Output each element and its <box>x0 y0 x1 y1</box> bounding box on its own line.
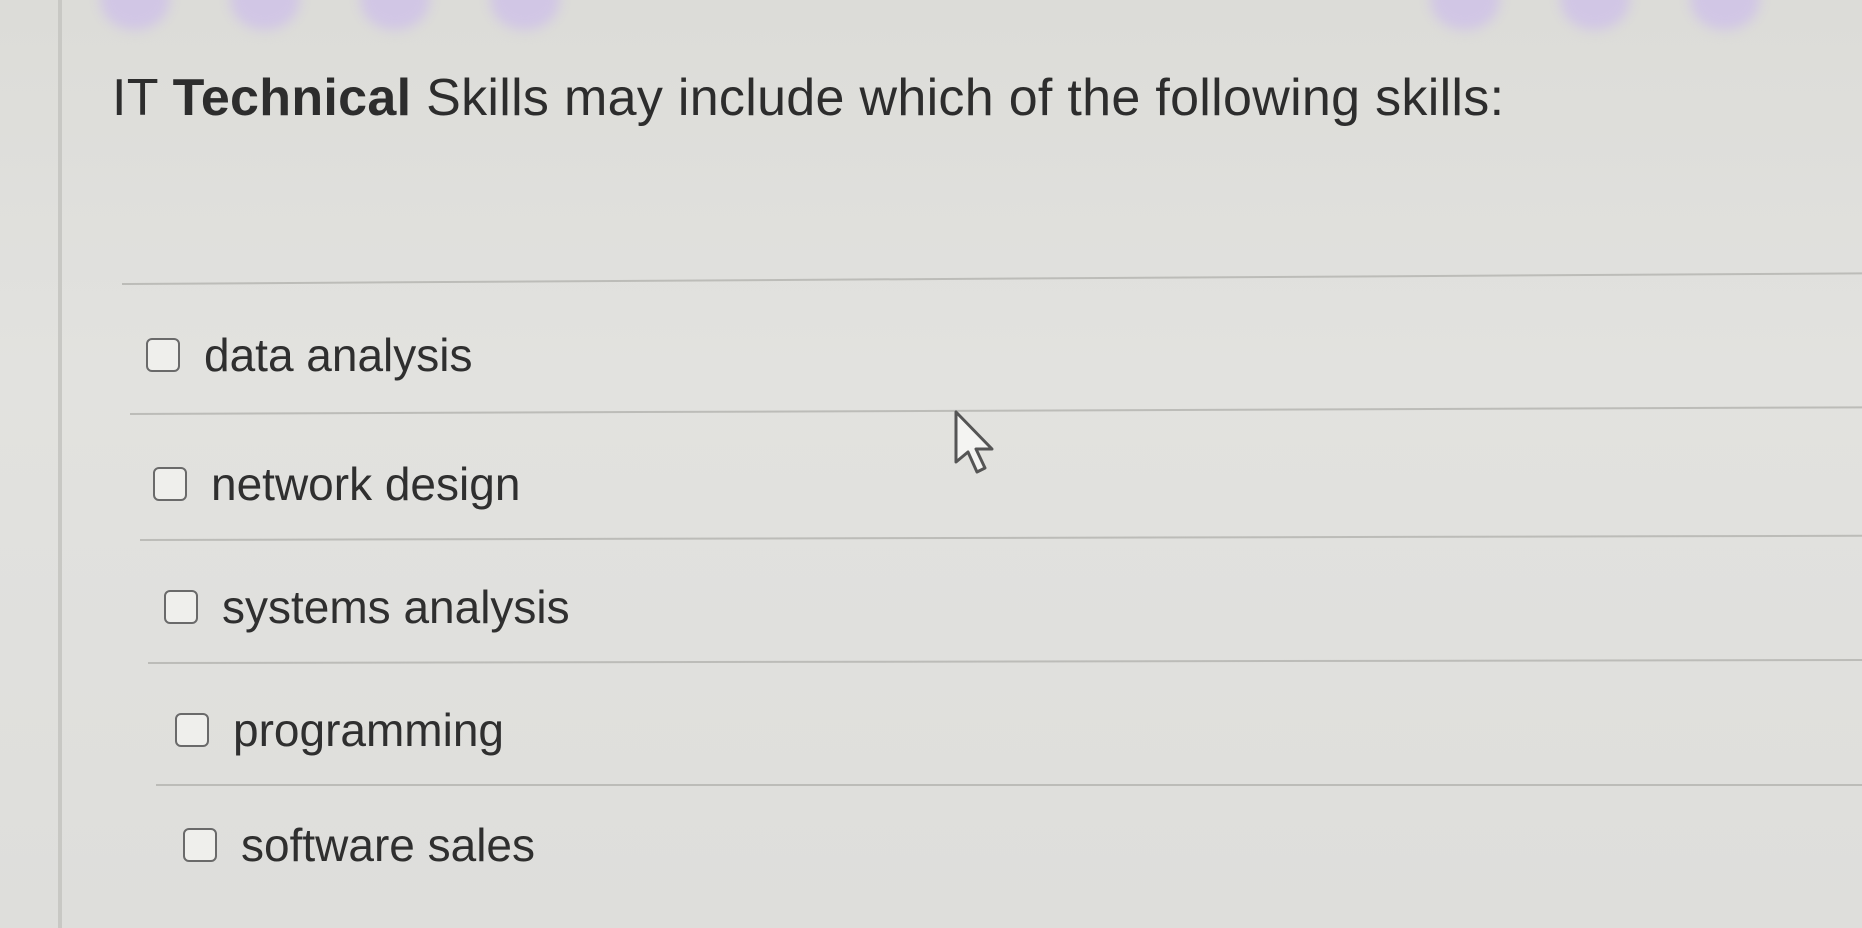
question-prefix: IT <box>112 69 173 127</box>
question-suffix: Skills may include which of the followin… <box>411 69 1505 127</box>
checkbox[interactable] <box>153 467 187 501</box>
checkbox[interactable] <box>175 713 209 747</box>
screen-background: IT Technical Skills may include which of… <box>0 0 1862 928</box>
checkbox[interactable] <box>146 338 180 372</box>
divider <box>139 534 1862 541</box>
arrow-pointer-icon <box>954 410 994 474</box>
left-border <box>58 0 62 928</box>
option-programming[interactable]: programming <box>175 703 504 757</box>
checkbox[interactable] <box>183 828 217 862</box>
option-label: network design <box>211 458 521 510</box>
divider <box>147 659 1862 664</box>
option-systems-analysis[interactable]: systems analysis <box>164 580 570 634</box>
question-emphasis: Technical <box>172 69 412 127</box>
option-label: software sales <box>241 819 536 871</box>
checkbox[interactable] <box>164 590 198 624</box>
option-label: programming <box>233 704 504 756</box>
option-label: data analysis <box>204 329 473 381</box>
divider <box>156 784 1862 786</box>
option-label: systems analysis <box>222 581 570 633</box>
option-software-sales[interactable]: software sales <box>183 818 535 872</box>
option-data-analysis[interactable]: data analysis <box>146 328 473 382</box>
option-network-design[interactable]: network design <box>153 457 520 511</box>
decorative-header-bubbles <box>0 0 1862 70</box>
divider <box>121 272 1862 285</box>
question-text: IT Technical Skills may include which of… <box>112 68 1504 128</box>
